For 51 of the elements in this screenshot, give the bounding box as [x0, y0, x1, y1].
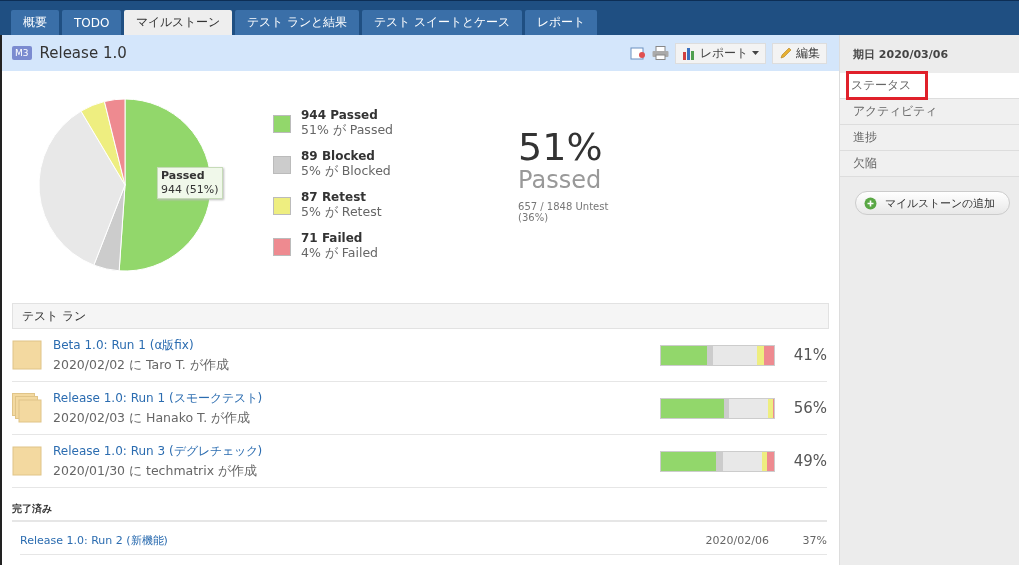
run-percent: 49% — [792, 452, 827, 470]
export-icon[interactable] — [630, 46, 646, 60]
print-icon[interactable] — [652, 46, 669, 60]
completed-heading: 完了済み — [12, 502, 827, 522]
nav-tab[interactable]: マイルストーン — [124, 10, 233, 35]
legend-share: 51% が Passed — [301, 122, 394, 139]
run-percent: 37% — [801, 533, 827, 547]
run-meta: 2020/01/30 に techmatrix が作成 — [53, 462, 259, 480]
run-percent: 56% — [792, 399, 827, 417]
nav-tab[interactable]: レポート — [525, 10, 598, 35]
legend-count: 944 Passed — [301, 108, 379, 122]
chart-tooltip: Passed 944 (51%) — [157, 167, 223, 199]
edit-button[interactable]: 編集 — [772, 42, 827, 64]
run-meta: 2020/02/03 に Hanako T. が作成 — [53, 409, 252, 427]
sidebar-item[interactable]: アクティビティ — [840, 99, 1019, 125]
nav-tab[interactable]: 概要 — [11, 10, 59, 35]
stacked-runs-icon — [12, 393, 42, 423]
sidebar-item[interactable]: 進捗 — [840, 125, 1019, 151]
run-icon — [12, 446, 42, 476]
run-link[interactable]: Release 1.0: Run 2 (新機能) — [20, 532, 706, 548]
add-milestone-button[interactable]: マイルストーンの追加 — [855, 191, 1010, 215]
legend-count: 89 Blocked — [301, 149, 376, 163]
sidebar-item[interactable]: ステータス — [840, 73, 1019, 99]
milestone-badge: M3 — [12, 46, 32, 60]
due-date: 期日 2020/03/06 — [852, 46, 950, 63]
bar-chart-icon — [682, 46, 696, 60]
passed-percent: 51% — [518, 127, 604, 167]
run-link[interactable]: Beta 1.0: Run 1 (α版fix) — [53, 336, 194, 354]
sidebar-item[interactable]: 欠陥 — [840, 151, 1019, 177]
nav-tab[interactable]: TODO — [62, 10, 122, 35]
legend-share: 4% が Failed — [301, 245, 379, 262]
section-heading: テスト ラン — [12, 303, 829, 329]
nav-tab[interactable]: テスト スイートとケース — [362, 10, 523, 35]
nav-tab[interactable]: テスト ランと結果 — [235, 10, 360, 35]
caret-icon — [752, 51, 759, 55]
pencil-icon — [779, 46, 792, 60]
milestone-title: Release 1.0 — [39, 44, 128, 62]
plus-icon — [864, 196, 877, 210]
legend-share: 5% が Retest — [301, 204, 382, 221]
report-button[interactable]: レポート — [675, 42, 766, 64]
run-meta: 2020/02/02 に Taro T. が作成 — [53, 356, 230, 374]
run-link[interactable]: Release 1.0: Run 3 (デグレチェック) — [53, 442, 263, 460]
passed-label: Passed — [518, 167, 603, 193]
legend-share: 5% が Blocked — [301, 163, 391, 180]
run-date: 2020/02/06 — [705, 533, 769, 547]
untested-count: 657 / 1848 Untest (36%) — [518, 201, 610, 223]
legend-count: 71 Failed — [301, 231, 364, 245]
legend-count: 87 Retest — [301, 190, 367, 204]
run-link[interactable]: Release 1.0: Run 1 (スモークテスト) — [53, 389, 263, 407]
run-percent: 41% — [792, 346, 827, 364]
run-icon — [12, 340, 42, 370]
